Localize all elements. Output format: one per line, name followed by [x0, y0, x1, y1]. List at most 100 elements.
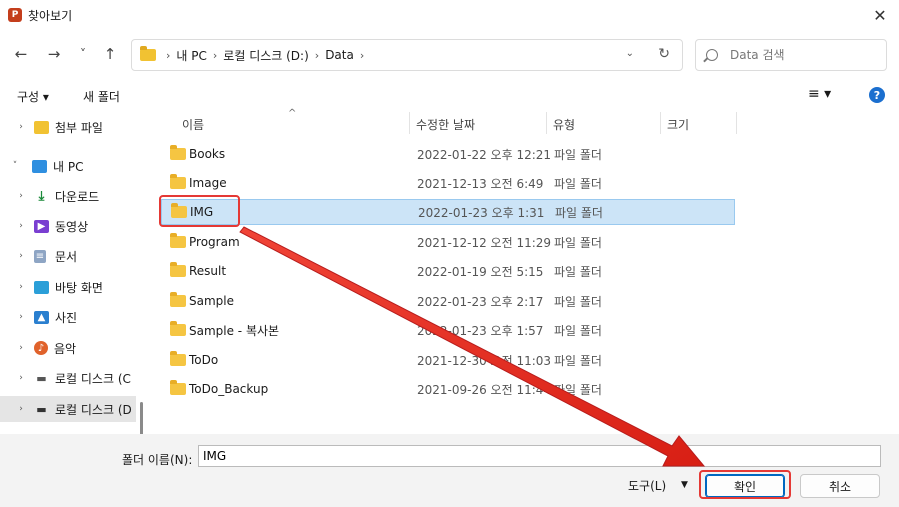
download-icon: ⤓ — [38, 188, 45, 204]
file-type: 파일 폴더 — [554, 323, 602, 338]
recent-locations-button[interactable]: ˅ — [71, 42, 95, 66]
expand-chevron-icon[interactable]: › — [14, 373, 28, 383]
file-name: Program — [189, 235, 240, 249]
up-button[interactable]: ↑ — [98, 42, 122, 66]
file-date: 2022-01-23 오후 1:57 — [417, 323, 544, 338]
file-list: ^ 이름 수정한 날짜 유형 크기 Books 2022-01-22 오후 12… — [150, 108, 899, 434]
expand-chevron-icon[interactable]: › — [14, 191, 28, 201]
breadcrumb-separator: › — [314, 48, 320, 62]
tools-menu[interactable]: 도구(L) — [628, 477, 666, 494]
column-header-type[interactable]: 유형 — [553, 116, 575, 133]
table-row[interactable]: Sample - 복사본 2022-01-23 오후 1:57 파일 폴더 — [161, 317, 735, 343]
folder-icon — [170, 380, 186, 395]
collapse-chevron-icon[interactable]: ˅ — [8, 161, 22, 171]
sidebar-item-pictures[interactable]: › ▲ 사진 — [0, 304, 136, 330]
sidebar-item-attachments[interactable]: › 첨부 파일 — [0, 114, 136, 140]
new-folder-button[interactable]: 새 폴더 — [83, 88, 120, 105]
file-date: 2022-01-19 오전 5:15 — [417, 264, 544, 279]
table-row[interactable]: ToDo_Backup 2021-09-26 오전 11:44 파일 폴더 — [161, 376, 735, 402]
breadcrumb-local-disk-d[interactable]: 로컬 디스크 (D:) — [223, 47, 308, 64]
forward-button[interactable]: → — [42, 42, 66, 66]
sidebar-item-label: 문서 — [55, 249, 78, 264]
table-row[interactable]: Program 2021-12-12 오전 11:29 파일 폴더 — [161, 229, 735, 255]
file-type: 파일 폴더 — [554, 147, 602, 162]
view-options-button[interactable]: ≡ ▾ — [808, 86, 831, 102]
ok-button[interactable]: 확인 — [705, 474, 785, 498]
sidebar-item-label: 사진 — [55, 310, 78, 325]
desktop-icon — [34, 280, 49, 294]
sidebar-item-my-pc[interactable]: ˅ 내 PC — [0, 153, 136, 179]
file-type: 파일 폴더 — [554, 382, 602, 397]
sidebar-item-local-disk-c[interactable]: › ▬ 로컬 디스크 (C — [0, 365, 136, 391]
pictures-icon: ▲ — [34, 310, 49, 324]
table-row[interactable]: Books 2022-01-22 오후 12:21 파일 폴더 — [161, 141, 735, 167]
close-button[interactable]: ✕ — [869, 4, 891, 26]
window-title: 찾아보기 — [28, 9, 73, 23]
column-divider[interactable] — [409, 112, 410, 134]
table-row[interactable]: Image 2021-12-13 오전 6:49 파일 폴더 — [161, 170, 735, 196]
organize-button[interactable]: 구성 ▾ — [17, 88, 49, 105]
expand-chevron-icon[interactable]: › — [14, 404, 28, 414]
file-date: 2022-01-23 오후 1:31 — [418, 205, 545, 220]
computer-icon — [32, 159, 47, 173]
expand-chevron-icon[interactable]: › — [14, 221, 28, 231]
file-name: Sample — [189, 294, 234, 308]
folder-name-input[interactable] — [198, 445, 881, 467]
search-input[interactable] — [730, 48, 880, 62]
expand-chevron-icon[interactable]: › — [14, 122, 28, 132]
folder-icon — [170, 174, 186, 189]
breadcrumb-my-pc[interactable]: 내 PC — [176, 47, 206, 64]
sidebar-item-label: 첨부 파일 — [55, 120, 103, 135]
table-row[interactable]: Result 2022-01-19 오전 5:15 파일 폴더 — [161, 258, 735, 284]
sidebar-item-music[interactable]: › ♪ 음악 — [0, 335, 136, 361]
sidebar-item-label: 동영상 — [55, 219, 89, 234]
expand-chevron-icon[interactable]: › — [14, 343, 28, 353]
file-date: 2022-01-22 오후 12:21 — [417, 147, 552, 162]
help-icon[interactable]: ? — [869, 87, 885, 103]
sidebar-item-label: 로컬 디스크 (D — [55, 402, 132, 417]
file-type: 파일 폴더 — [554, 176, 602, 191]
table-row[interactable]: ToDo 2021-12-30 오전 11:03 파일 폴더 — [161, 347, 735, 373]
expand-chevron-icon[interactable]: › — [14, 282, 28, 292]
file-name: Image — [189, 176, 227, 190]
column-divider[interactable] — [546, 112, 547, 134]
search-box[interactable] — [695, 39, 887, 71]
sidebar-item-downloads[interactable]: › ⤓ 다운로드 — [0, 183, 136, 209]
sidebar-item-label: 다운로드 — [55, 189, 100, 204]
column-divider[interactable] — [736, 112, 737, 134]
sidebar-item-documents[interactable]: › ≡ 문서 — [0, 243, 136, 269]
sidebar-scrollbar[interactable] — [140, 402, 143, 434]
file-date: 2021-09-26 오전 11:44 — [417, 382, 552, 397]
file-type: 파일 폴더 — [555, 205, 603, 220]
folder-icon — [170, 321, 186, 336]
file-type: 파일 폴더 — [554, 264, 602, 279]
file-name: Result — [189, 264, 227, 278]
breadcrumb-separator: › — [166, 48, 171, 62]
expand-chevron-icon[interactable]: › — [14, 251, 28, 261]
address-dropdown-icon[interactable]: ⌄ — [626, 48, 634, 59]
refresh-icon[interactable]: ↻ — [658, 46, 670, 62]
table-row-selected[interactable]: IMG 2022-01-23 오후 1:31 파일 폴더 — [161, 199, 735, 225]
breadcrumb-data[interactable]: Data — [325, 48, 354, 62]
column-header-size[interactable]: 크기 — [667, 116, 689, 133]
folder-icon — [170, 292, 186, 307]
search-icon — [706, 49, 718, 61]
column-divider[interactable] — [660, 112, 661, 134]
folder-icon — [171, 203, 187, 218]
file-name: ToDo_Backup — [189, 382, 269, 396]
expand-chevron-icon[interactable]: › — [14, 312, 28, 322]
column-header-row: ^ 이름 수정한 날짜 유형 크기 — [150, 108, 899, 136]
drive-c-icon: ▬ — [36, 371, 47, 385]
file-date: 2021-12-30 오전 11:03 — [417, 353, 552, 368]
column-header-name[interactable]: 이름 — [182, 116, 204, 133]
cancel-button[interactable]: 취소 — [800, 474, 880, 498]
tools-dropdown-icon[interactable]: ▼ — [681, 480, 688, 490]
table-row[interactable]: Sample 2022-01-23 오후 2:17 파일 폴더 — [161, 288, 735, 314]
sidebar-item-desktop[interactable]: › 바탕 화면 — [0, 274, 136, 300]
back-button[interactable]: ← — [9, 42, 33, 66]
sidebar-item-local-disk-d[interactable]: › ▬ 로컬 디스크 (D — [0, 396, 136, 422]
address-bar[interactable]: › 내 PC › 로컬 디스크 (D:) › Data › ⌄ ↻ — [131, 39, 683, 71]
file-type: 파일 폴더 — [554, 353, 602, 368]
sidebar-item-videos[interactable]: › ▶ 동영상 — [0, 213, 136, 239]
column-header-date[interactable]: 수정한 날짜 — [416, 116, 475, 133]
